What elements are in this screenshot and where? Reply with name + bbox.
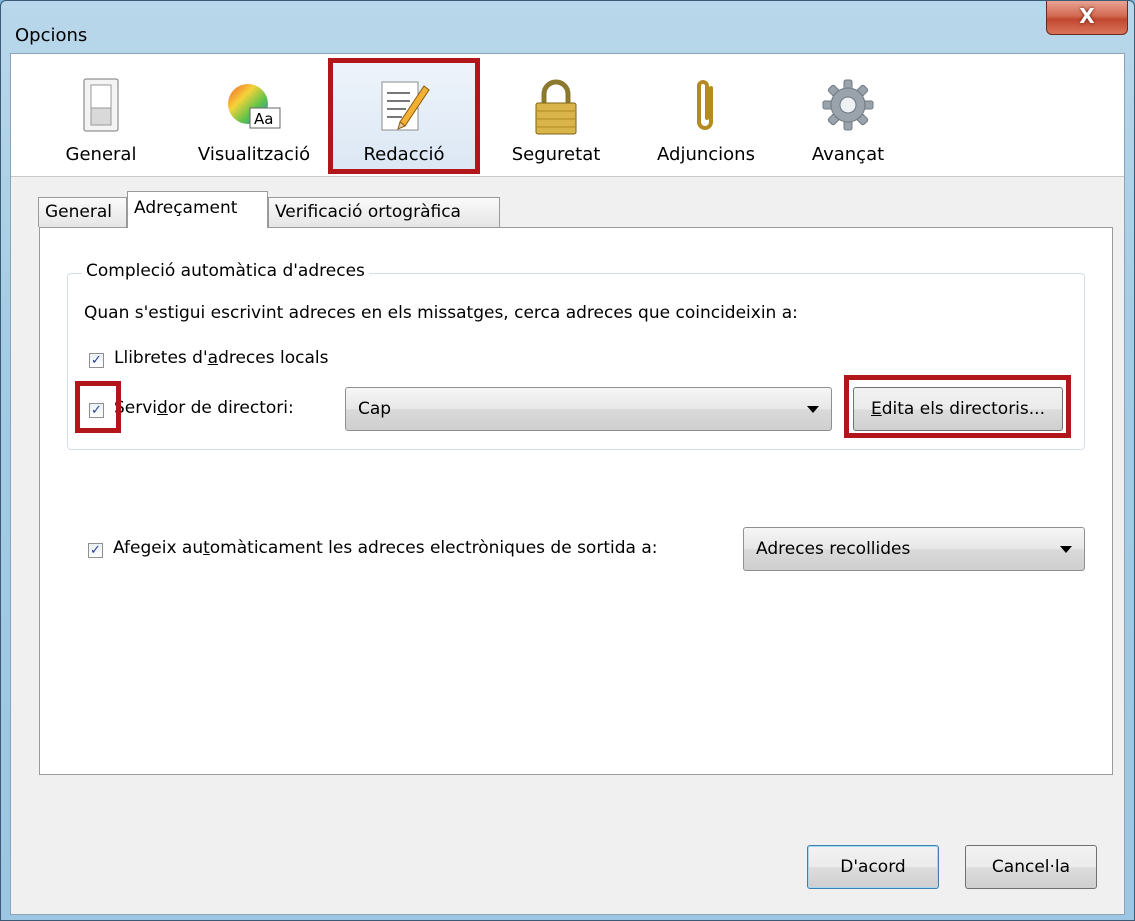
pane-toolbar: General Aa Visualització Redacció Segure…	[11, 54, 1124, 177]
general-switch-icon	[83, 78, 119, 132]
pane-display-label: Visualització	[197, 144, 311, 165]
auto-add-target-value: Adreces recollides	[756, 539, 911, 559]
group-title: Compleció automàtica d'adreces	[82, 261, 369, 281]
tab-spelling-label: Verificació ortogràfica	[275, 202, 461, 222]
pane-composition-label: Redacció	[363, 144, 445, 165]
tab-general[interactable]: General	[38, 197, 127, 227]
pane-display[interactable]: Aa Visualització	[184, 60, 324, 172]
tab-addressing[interactable]: Adreçament	[127, 191, 268, 228]
directory-server-value: Cap	[358, 399, 392, 419]
tab-general-label: General	[45, 202, 112, 222]
pane-composition[interactable]: Redacció	[328, 58, 480, 174]
directory-server-select[interactable]: Cap	[345, 387, 832, 431]
paperclip-icon	[697, 80, 713, 130]
padlock-icon	[535, 79, 577, 135]
close-button[interactable]: X	[1046, 1, 1128, 35]
pane-advanced[interactable]: Avançat	[793, 60, 903, 172]
options-window: Opcions X General Aa Visualització Redac…	[0, 0, 1135, 921]
edit-directories-button[interactable]: Edita els directoris...	[853, 387, 1063, 431]
chevron-down-icon	[807, 406, 819, 413]
pane-attachments-label: Adjuncions	[657, 144, 755, 165]
pane-attachments[interactable]: Adjuncions	[641, 60, 771, 172]
svg-text:Aa: Aa	[254, 110, 273, 128]
title-bar[interactable]: Opcions X	[1, 1, 1134, 53]
directory-server-checkbox[interactable]: ✓	[89, 403, 104, 418]
group-description: Quan s'estigui escrivint adreces en els …	[84, 303, 798, 323]
close-icon: X	[1079, 4, 1095, 28]
pane-security-label: Seguretat	[511, 144, 601, 165]
gear-icon	[822, 79, 874, 131]
auto-add-outgoing-checkbox[interactable]: ✓	[88, 543, 103, 558]
ok-button[interactable]: D'acord	[807, 845, 939, 889]
local-address-books-checkbox[interactable]: ✓	[89, 353, 104, 368]
color-display-icon: Aa	[228, 84, 281, 129]
pane-security[interactable]: Seguretat	[501, 60, 611, 172]
window-title: Opcions	[15, 25, 88, 46]
tab-addressing-label: Adreçament	[134, 198, 238, 218]
address-autocomplete-group: Compleció automàtica d'adreces Quan s'es…	[67, 261, 1085, 450]
local-address-books-label[interactable]: Llibretes d'adreces locals	[114, 348, 328, 368]
tab-spelling[interactable]: Verificació ortogràfica	[268, 197, 500, 227]
composition-pencil-icon	[381, 81, 430, 131]
cancel-button[interactable]: Cancel·la	[965, 845, 1097, 889]
auto-add-target-select[interactable]: Adreces recollides	[743, 527, 1085, 571]
pane-advanced-label: Avançat	[811, 144, 885, 165]
auto-add-outgoing-label[interactable]: Afegeix automàticament les adreces elect…	[113, 538, 657, 558]
pane-general[interactable]: General	[56, 60, 146, 172]
directory-server-label[interactable]: Servidor de directori:	[114, 398, 294, 418]
addressing-panel: Compleció automàtica d'adreces Quan s'es…	[39, 227, 1113, 775]
pane-general-label: General	[65, 144, 137, 165]
dialog-client-area: General Aa Visualització Redacció Segure…	[10, 53, 1125, 915]
chevron-down-icon	[1060, 546, 1072, 553]
